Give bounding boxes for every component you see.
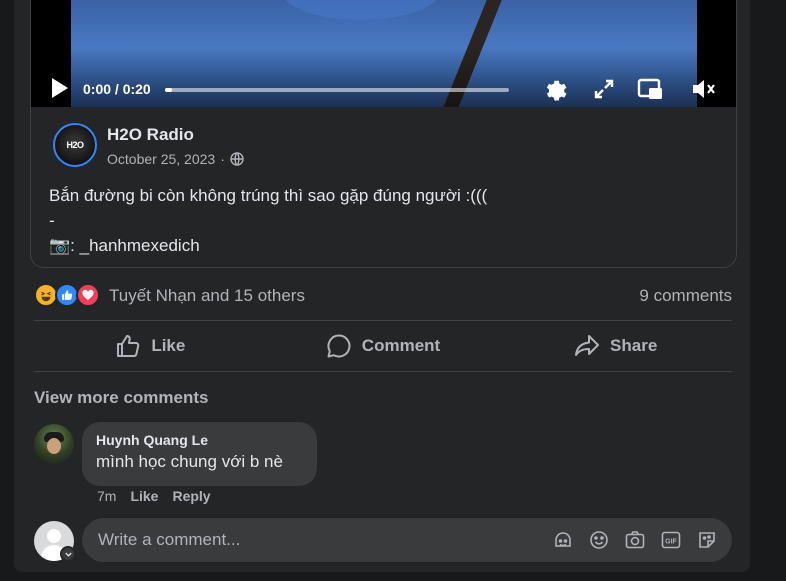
page-avatar[interactable]: H2O [53,123,97,167]
video-controls: 0:00 / 0:20 [31,47,736,107]
like-thumb-icon [117,335,140,357]
video-scene-blob [281,0,441,20]
sticker-icon[interactable] [696,529,718,551]
fullscreen-icon[interactable] [593,78,615,100]
post-card: 0:00 / 0:20 H2O H2O Radio October 25, 20… [14,0,750,572]
share-label: Share [610,336,658,355]
commenter-avatar[interactable] [34,424,74,464]
reactors-summary[interactable]: Tuyết Nhạn and 15 others [109,286,305,306]
svg-text:GIF: GIF [665,539,677,546]
comment-reply-button[interactable]: Reply [172,488,210,504]
avatar-face [47,438,61,454]
like-button[interactable]: Like [34,322,267,370]
view-more-comments-link[interactable]: View more comments [34,388,208,408]
meta-separator: · [220,151,225,167]
emoji-icon[interactable] [588,529,610,551]
video-player[interactable]: 0:00 / 0:20 [31,0,736,107]
divider [34,371,732,372]
comment-bubble-icon [327,334,351,358]
post-meta: October 25, 2023 · [107,151,244,167]
love-reaction-icon [76,283,100,307]
muted-speaker-icon[interactable] [691,77,717,101]
page-name-link[interactable]: H2O Radio [107,125,194,145]
caption-line: Bắn đường bi còn không trúng thì sao gặp… [49,186,488,205]
comment-label: Comment [361,336,441,355]
page-header: H2O H2O Radio October 25, 2023 · [49,107,718,181]
reaction-icons[interactable] [34,283,104,307]
comment-button[interactable]: Comment [267,322,500,370]
like-label: Like [151,336,186,355]
page-avatar-logo: H2O [56,126,94,164]
caption-line: 📷: _hanhmexedich [49,236,200,255]
reactions-summary: Tuyết Nhạn and 15 others 9 comments [34,280,732,310]
caption-line: - [49,211,55,230]
comment-like-button[interactable]: Like [130,488,158,504]
video-progress-fill [165,88,172,92]
gif-icon[interactable]: GIF [660,529,682,551]
avatar-sticker-icon[interactable] [552,529,574,551]
comment-bubble: Huynh Quang Le mình học chung với b nè [82,422,317,486]
chevron-down-icon[interactable] [60,546,76,562]
avatar-head [47,529,61,543]
comment-meta: 7m Like Reply [97,488,211,504]
comment-author-link[interactable]: Huynh Quang Le [96,432,303,448]
video-time: 0:00 / 0:20 [83,81,151,97]
composer-tools: GIF [552,529,718,551]
post-actions: Like Comment Share [34,322,732,370]
share-arrow-icon [575,335,600,356]
picture-in-picture-icon[interactable] [637,77,663,101]
camera-icon[interactable] [624,529,646,551]
video-progress-bar[interactable] [165,88,509,92]
play-icon[interactable] [49,77,69,99]
divider [34,320,732,321]
shared-post: 0:00 / 0:20 H2O H2O Radio October 25, 20… [30,0,737,268]
share-button[interactable]: Share [499,322,732,370]
comment-composer: GIF [34,518,732,562]
comment-time[interactable]: 7m [97,488,116,504]
settings-gear-icon[interactable] [543,77,567,101]
shared-post-caption: H2O H2O Radio October 25, 2023 · Bắn đườ… [31,107,736,258]
post-date-link[interactable]: October 25, 2023 [107,151,215,167]
comment-text: mình học chung với b nè [96,452,283,471]
comments-count[interactable]: 9 comments [639,286,732,306]
globe-icon [230,152,244,166]
